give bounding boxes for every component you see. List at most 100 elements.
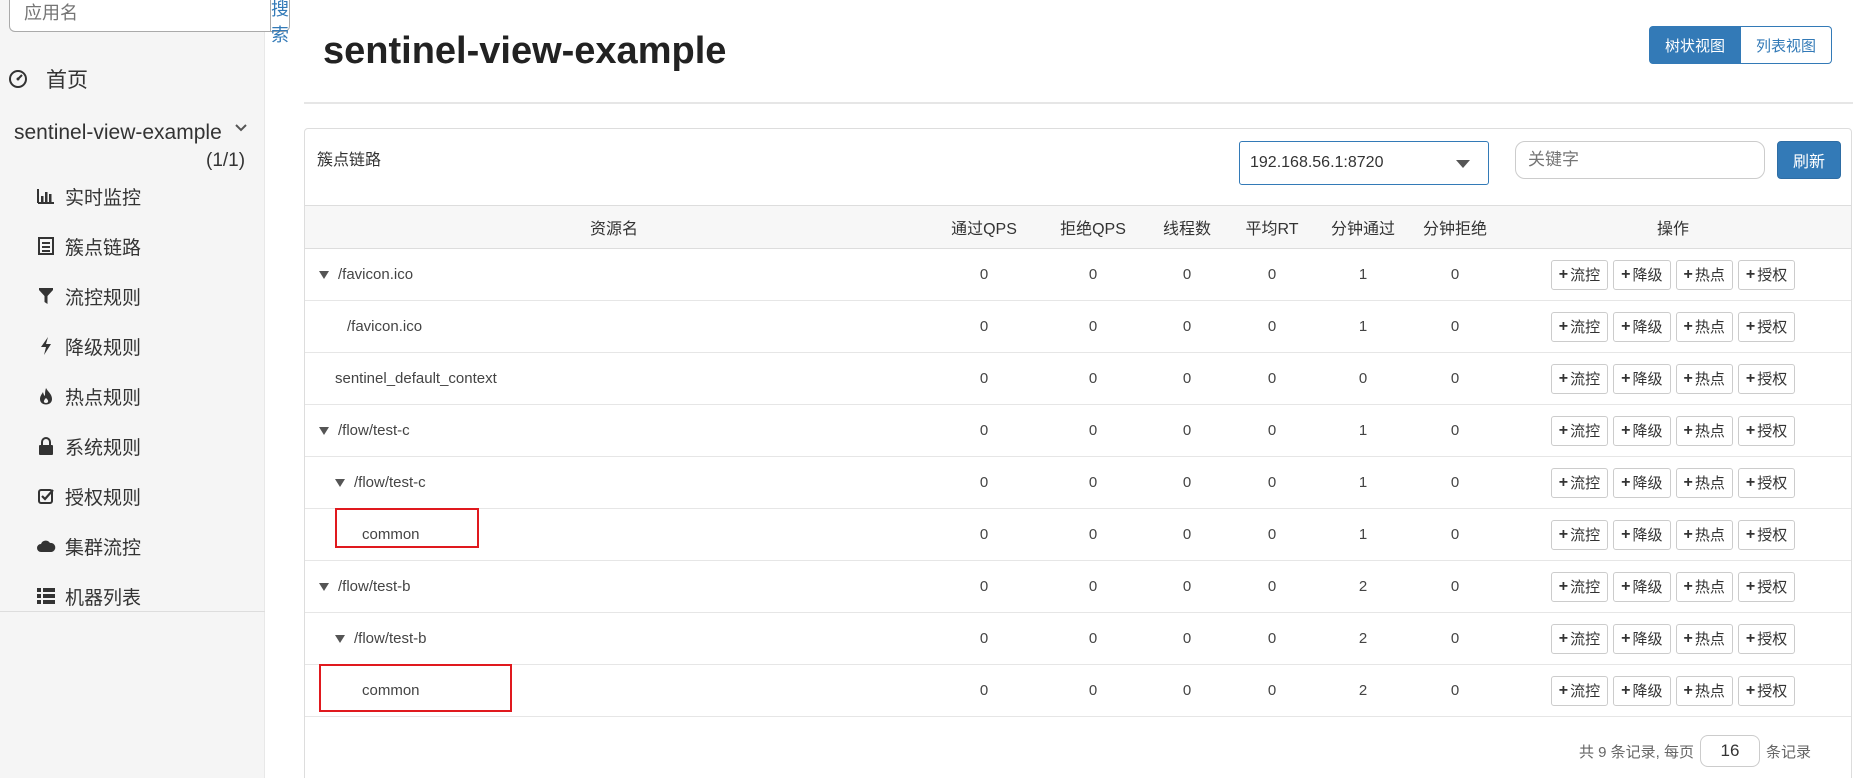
add-flow-rule-button[interactable]: + 流控	[1550, 467, 1609, 498]
expand-toggle-icon[interactable]	[319, 270, 329, 279]
add-authority-rule-button[interactable]: + 授权	[1737, 467, 1796, 498]
add-param-rule-button[interactable]: + 热点	[1675, 311, 1733, 342]
nav-home-label: 首页	[46, 69, 88, 92]
column-header: 操作	[1656, 221, 1689, 238]
add-authority-rule-button[interactable]: + 授权	[1737, 363, 1796, 394]
plus-icon: +	[1745, 265, 1756, 283]
op-label: 降级	[1632, 579, 1663, 596]
op-label: 热点	[1694, 579, 1725, 596]
chevron-down-icon[interactable]	[235, 120, 247, 136]
plus-icon: +	[1558, 473, 1569, 491]
op-label: 降级	[1632, 631, 1663, 648]
op-label: 降级	[1632, 423, 1663, 440]
sidebar-item-label: 授权规则	[65, 487, 142, 509]
refresh-button[interactable]: 刷新	[1777, 141, 1841, 179]
plus-icon: +	[1621, 317, 1631, 335]
metric-cell: 0	[1450, 526, 1460, 543]
resource-cell: /flow/test-b	[305, 613, 923, 664]
add-degrade-rule-button[interactable]: + 降级	[1613, 415, 1671, 446]
list-view-button[interactable]: 列表视图	[1741, 26, 1833, 64]
sidebar-item-flow-rules[interactable]: 流控规则	[36, 271, 141, 321]
app-name[interactable]: sentinel-view-example	[14, 121, 222, 145]
plus-icon: +	[1621, 369, 1631, 387]
add-flow-rule-button[interactable]: + 流控	[1550, 311, 1609, 342]
nav-home[interactable]: 首页	[8, 64, 88, 94]
add-param-rule-button[interactable]: + 热点	[1675, 259, 1733, 290]
add-degrade-rule-button[interactable]: + 降级	[1613, 363, 1671, 394]
plus-icon: +	[1558, 317, 1569, 335]
add-authority-rule-button[interactable]: + 授权	[1737, 311, 1796, 342]
add-authority-rule-button[interactable]: + 授权	[1737, 675, 1796, 706]
add-authority-rule-button[interactable]: + 授权	[1737, 259, 1796, 290]
add-param-rule-button[interactable]: + 热点	[1675, 467, 1733, 498]
add-param-rule-button[interactable]: + 热点	[1675, 571, 1733, 602]
panel-title: 簇点链路	[317, 152, 382, 169]
add-param-rule-button[interactable]: + 热点	[1675, 363, 1733, 394]
plus-icon: +	[1621, 681, 1631, 699]
metric-cell: 0	[979, 682, 989, 699]
add-degrade-rule-button[interactable]: + 降级	[1613, 623, 1671, 654]
plus-icon: +	[1683, 317, 1693, 335]
sidebar-item-param-rules[interactable]: 热点规则	[36, 371, 141, 421]
metric-cell: 0	[1358, 370, 1368, 387]
metric-cell: 0	[979, 526, 989, 543]
add-flow-rule-button[interactable]: + 流控	[1550, 415, 1609, 446]
app-search-button[interactable]: 搜索	[270, 0, 290, 45]
add-flow-rule-button[interactable]: + 流控	[1550, 571, 1609, 602]
add-degrade-rule-button[interactable]: + 降级	[1613, 311, 1671, 342]
expand-toggle-icon[interactable]	[319, 582, 329, 591]
add-degrade-rule-button[interactable]: + 降级	[1613, 467, 1671, 498]
add-flow-rule-button[interactable]: + 流控	[1550, 363, 1609, 394]
metric-cell: 0	[1088, 630, 1098, 647]
sidebar-menu: 实时监控 簇点链路 流控规则 降级规则 热点规则 系统规则 授权规则 集群流控 …	[36, 171, 141, 621]
sidebar-item-cluster-flow[interactable]: 集群流控	[36, 521, 141, 571]
add-degrade-rule-button[interactable]: + 降级	[1613, 259, 1671, 290]
metric-cell: 0	[1088, 266, 1098, 283]
resource-cell: /flow/test-b	[305, 561, 923, 612]
add-authority-rule-button[interactable]: + 授权	[1737, 415, 1796, 446]
sidebar-item-identity[interactable]: 簇点链路	[36, 221, 141, 271]
page-size-input[interactable]	[1699, 735, 1760, 767]
add-flow-rule-button[interactable]: + 流控	[1550, 519, 1609, 550]
add-authority-rule-button[interactable]: + 授权	[1737, 519, 1796, 550]
app-search-input[interactable]	[9, 0, 270, 32]
keyword-input[interactable]	[1515, 141, 1765, 179]
sidebar-item-system-rules[interactable]: 系统规则	[36, 421, 141, 471]
expand-toggle-icon[interactable]	[319, 426, 329, 435]
add-param-rule-button[interactable]: + 热点	[1675, 675, 1733, 706]
add-degrade-rule-button[interactable]: + 降级	[1613, 571, 1671, 602]
expand-toggle-icon[interactable]	[335, 478, 345, 487]
add-param-rule-button[interactable]: + 热点	[1675, 623, 1733, 654]
column-header: 平均RT	[1245, 221, 1299, 238]
add-flow-rule-button[interactable]: + 流控	[1550, 259, 1609, 290]
sidebar-item-degrade-rules[interactable]: 降级规则	[36, 321, 141, 371]
machine-select[interactable]: 192.168.56.1:8720	[1239, 141, 1489, 185]
resource-table: 资源名 通过QPS 拒绝QPS 线程数 平均RT 分钟通过 分钟拒绝 操作 /f…	[305, 205, 1851, 717]
expand-toggle-icon[interactable]	[335, 634, 345, 643]
metric-cell: 0	[1450, 422, 1460, 439]
add-flow-rule-button[interactable]: + 流控	[1550, 675, 1609, 706]
op-label: 降级	[1632, 371, 1663, 388]
add-degrade-rule-button[interactable]: + 降级	[1613, 519, 1671, 550]
sidebar-item-label: 集群流控	[65, 537, 142, 559]
metric-cell: 0	[1450, 578, 1460, 595]
add-degrade-rule-button[interactable]: + 降级	[1613, 675, 1671, 706]
op-label: 授权	[1757, 319, 1788, 336]
add-param-rule-button[interactable]: + 热点	[1675, 415, 1733, 446]
metric-cell: 1	[1358, 474, 1368, 491]
add-flow-rule-button[interactable]: + 流控	[1550, 623, 1609, 654]
op-label: 流控	[1570, 267, 1601, 284]
column-header: 拒绝QPS	[1060, 221, 1126, 238]
sidebar-item-metric[interactable]: 实时监控	[36, 171, 141, 221]
resource-panel: 簇点链路 192.168.56.1:8720 刷新 资源名 通过QPS 拒绝QP…	[304, 128, 1852, 778]
app-machine-count: (1/1)	[206, 150, 246, 171]
tree-view-button[interactable]: 树状视图	[1649, 26, 1742, 64]
sidebar-item-authority-rules[interactable]: 授权规则	[36, 471, 141, 521]
plus-icon: +	[1621, 473, 1631, 491]
add-authority-rule-button[interactable]: + 授权	[1737, 571, 1796, 602]
operations-cell: + 流控 + 降级 + 热点 + 授权	[1495, 519, 1851, 550]
sidebar-item-machines[interactable]: 机器列表	[36, 571, 141, 621]
add-authority-rule-button[interactable]: + 授权	[1737, 623, 1796, 654]
dashboard-icon	[9, 70, 27, 88]
add-param-rule-button[interactable]: + 热点	[1675, 519, 1733, 550]
